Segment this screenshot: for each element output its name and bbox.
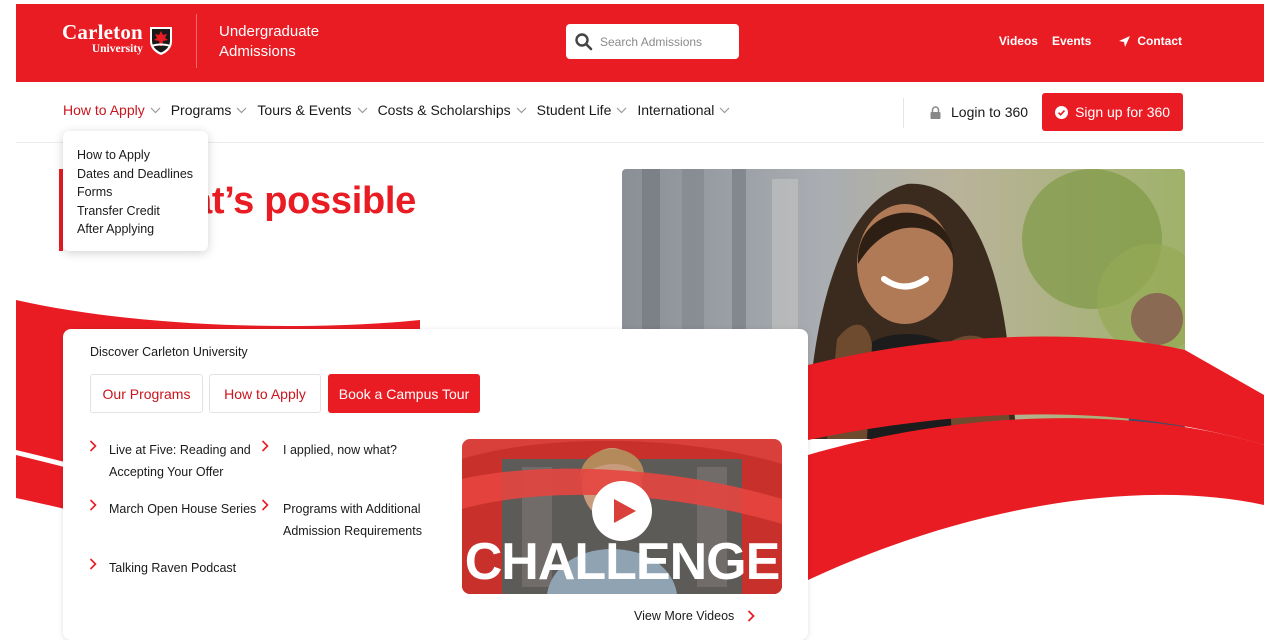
how-to-apply-dropdown: How to Apply Dates and Deadlines Forms T… [63,131,208,251]
chevron-right-icon [89,440,97,452]
discover-card: Discover Carleton University Our Program… [63,329,808,640]
card-heading: Discover Carleton University [90,345,248,359]
dropdown-item-forms[interactable]: Forms [77,183,208,202]
book-campus-tour-button[interactable]: Book a Campus Tour [328,374,480,413]
live-at-five-link[interactable]: Live at Five: Reading and Accepting Your… [109,439,261,483]
view-more-videos-link[interactable]: View More Videos [634,609,756,623]
how-to-apply-button[interactable]: How to Apply [209,374,321,413]
chevron-right-icon [261,440,269,452]
chevron-right-icon [261,499,269,511]
talking-raven-podcast-link[interactable]: Talking Raven Podcast [109,557,269,579]
chevron-right-icon [89,499,97,511]
dropdown-item-dates-deadlines[interactable]: Dates and Deadlines [77,165,208,184]
dropdown-item-transfer-credit[interactable]: Transfer Credit [77,202,208,221]
video-title-text: CHALLENGE [465,533,780,591]
chevron-right-icon [89,558,97,570]
video-thumbnail-illustration: CHALLENGE [462,439,782,594]
march-open-house-link[interactable]: March Open House Series [109,498,269,520]
chevron-right-icon [748,610,756,622]
view-more-label: View More Videos [634,609,735,623]
video-thumbnail[interactable]: CHALLENGE [462,439,782,594]
dropdown-item-after-applying[interactable]: After Applying [77,220,208,239]
our-programs-button[interactable]: Our Programs [90,374,203,413]
i-applied-now-what-link[interactable]: I applied, now what? [283,439,443,461]
additional-requirements-link[interactable]: Programs with Additional Admission Requi… [283,498,443,542]
dropdown-item-how-to-apply[interactable]: How to Apply [77,146,208,165]
